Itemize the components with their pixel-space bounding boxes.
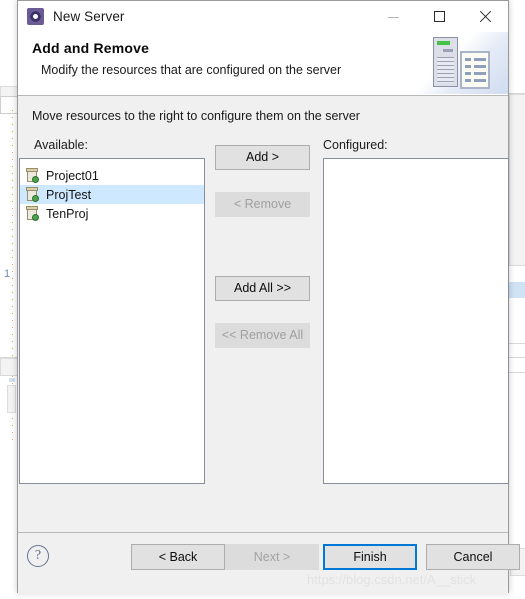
maximize-icon <box>433 11 445 22</box>
backdrop-right-divider-2 <box>509 343 525 344</box>
backdrop-right-divider-4 <box>509 372 525 373</box>
server-tower-graphic <box>433 37 458 87</box>
back-button[interactable]: < Back <box>131 544 225 570</box>
list-item-label: TenProj <box>46 206 89 221</box>
dialog-footer: ? < Back Next > Finish Cancel <box>18 532 520 595</box>
finish-button[interactable]: Finish <box>323 544 417 570</box>
java-project-icon <box>26 206 39 221</box>
window-title: New Server <box>53 9 125 24</box>
add-button[interactable]: Add > <box>215 145 310 170</box>
configured-label: Configured: <box>323 138 388 152</box>
add-all-button[interactable]: Add All >> <box>215 276 310 301</box>
backdrop-editor-tab <box>0 96 18 114</box>
new-server-dialog: New Server Add and Remove Modify the res… <box>17 0 520 595</box>
page-title: Add and Remove <box>32 40 150 56</box>
server-gear-icon <box>27 8 44 25</box>
help-icon[interactable]: ? <box>27 545 49 567</box>
backdrop-line-number: 1 <box>4 268 11 280</box>
list-item-label: Project01 <box>46 168 99 183</box>
backdrop-right-divider-3 <box>509 357 525 358</box>
java-project-icon <box>26 168 39 183</box>
tower-slot <box>443 49 453 52</box>
minimize-icon <box>387 16 399 18</box>
available-label: Available: <box>34 138 88 152</box>
tower-led <box>437 41 450 45</box>
close-icon <box>479 10 492 23</box>
server-tower-and-document-icon <box>416 32 508 94</box>
java-project-icon <box>26 187 39 202</box>
list-item[interactable]: TenProj <box>20 204 204 223</box>
cancel-button[interactable]: Cancel <box>426 544 520 570</box>
backdrop-divider-2 <box>0 375 17 376</box>
tower-bars <box>437 57 454 83</box>
backdrop-right-highlight <box>509 282 525 298</box>
dialog-body: Move resources to the right to configure… <box>18 96 509 532</box>
document-graphic <box>460 51 490 89</box>
list-item[interactable]: Project01 <box>20 166 204 185</box>
close-button[interactable] <box>462 1 508 32</box>
next-button: Next > <box>225 544 319 570</box>
instruction-text: Move resources to the right to configure… <box>32 109 360 123</box>
configured-list[interactable] <box>323 158 509 484</box>
list-item[interactable]: ProjTest <box>20 185 204 204</box>
maximize-button[interactable] <box>416 1 462 32</box>
minimize-button[interactable] <box>370 1 416 32</box>
remove-all-button: << Remove All <box>215 323 310 348</box>
list-item-label: ProjTest <box>46 187 92 202</box>
backdrop-scrollbar[interactable] <box>7 385 16 413</box>
available-list[interactable]: Project01 ProjTest TenProj <box>19 158 205 484</box>
remove-button: < Remove <box>215 192 310 217</box>
wizard-header: Add and Remove Modify the resources that… <box>18 32 508 96</box>
backdrop-right-panel <box>509 94 525 266</box>
page-description: Modify the resources that are configured… <box>41 63 342 77</box>
backdrop-highlight <box>9 378 15 382</box>
title-bar[interactable]: New Server <box>18 1 508 32</box>
